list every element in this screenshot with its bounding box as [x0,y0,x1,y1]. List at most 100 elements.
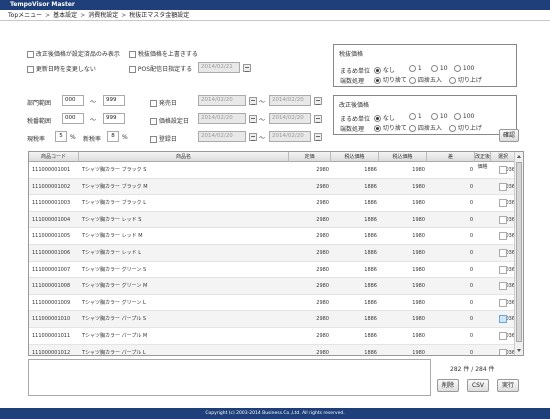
row-select-checkbox[interactable] [499,315,507,324]
class-from-input[interactable]: 000 [62,113,84,124]
release-from-input[interactable]: 2014/02/20 [198,95,246,106]
tax-unit-none[interactable]: なし [374,65,395,74]
radio-icon[interactable] [431,65,438,72]
row-select-checkbox[interactable] [499,298,507,307]
after-unit-100[interactable]: 100 [454,113,474,120]
register-date-checkbox[interactable] [150,136,157,143]
class-to-input[interactable]: 999 [103,113,125,124]
table-row[interactable]: 111000001006 Tシャツ胸カラー レッド L 2980 1886 1980 0 2… [29,245,516,262]
col-after[interactable]: 改正後価格 [475,152,491,170]
row-select-checkbox[interactable] [499,348,507,355]
pricechange-date-checkbox[interactable] [150,118,157,125]
after-fraction-down[interactable]: 切り捨て [374,123,407,132]
after-unit-1[interactable]: 1 [409,113,422,120]
pos-date-input[interactable]: 2014/02/21 [198,62,240,73]
delete-button[interactable]: 削除 [437,379,459,392]
overwrite-tax-checkbox[interactable] [129,51,136,58]
row-select-checkbox[interactable] [499,199,507,208]
tax-unit-1[interactable]: 1 [409,65,422,72]
table-row[interactable]: 111000001007 Tシャツ胸カラー グリーン S 2980 1886 1980 0… [29,262,516,279]
csv-button[interactable]: CSV [467,379,489,392]
tax-unit-100[interactable]: 100 [454,65,474,72]
calendar-icon[interactable] [249,97,257,105]
radio-icon[interactable] [374,77,381,84]
calendar-icon[interactable] [249,133,257,141]
row-select-checkbox[interactable] [499,232,507,241]
register-to-input[interactable]: 2014/02/20 [269,131,311,142]
keep-update-date-option[interactable]: 更新日時を変更しない [27,64,96,73]
radio-icon[interactable] [409,77,416,84]
pricechange-date-option[interactable]: 価格設定日 [150,116,189,125]
radio-icon[interactable] [454,113,461,120]
row-select-checkbox[interactable] [499,282,507,291]
breadcrumb-tax[interactable]: 消費税設定 [88,12,118,19]
calendar-icon[interactable] [314,115,322,123]
pos-date-option[interactable]: POS配信日指定する [129,64,192,73]
table-row[interactable]: 111000001003 Tシャツ胸カラー ブラック L 2980 1886 1980 0… [29,195,516,212]
col-select[interactable]: 選択 [491,152,516,162]
calendar-icon[interactable] [243,64,251,72]
radio-icon[interactable] [409,65,416,72]
confirm-button[interactable]: 確認 [499,129,519,142]
row-select-checkbox[interactable] [499,166,507,174]
overwrite-tax-option[interactable]: 税抜価格を上書きする [129,49,198,58]
row-select-checkbox[interactable] [499,215,507,224]
row-select-checkbox[interactable] [499,265,507,274]
release-date-checkbox[interactable] [150,100,157,107]
radio-icon[interactable] [431,113,438,120]
scroll-thumb[interactable] [516,162,522,342]
table-row[interactable]: 111000001012 Tシャツ胸カラー パープル L 2980 1886 1980 0… [29,344,516,355]
row-select-checkbox[interactable] [499,182,507,191]
release-date-option[interactable]: 発売日 [150,98,177,107]
row-select-checkbox[interactable] [499,249,507,257]
after-fraction-up[interactable]: 切り上げ [449,123,482,132]
row-select-checkbox[interactable] [499,332,507,340]
col-name[interactable]: 商品名 [79,152,289,162]
breadcrumb-basic[interactable]: 基本設定 [53,12,77,19]
pricechange-to-input[interactable]: 2014/02/20 [269,113,311,124]
release-to-input[interactable]: 2014/02/20 [269,95,311,106]
show-after-change-option[interactable]: 改正後価格が設定済品のみ表示 [27,49,120,58]
table-row[interactable]: 111000001010 Tシャツ胸カラー パープル S 2980 1886 1980 0… [29,311,516,328]
register-date-option[interactable]: 登録日 [150,134,177,143]
table-row[interactable]: 111000001005 Tシャツ胸カラー レッド M 2980 1886 1980 0 2… [29,228,516,245]
col-code[interactable]: 商品コード [29,152,79,162]
scroll-up-icon[interactable] [517,155,521,158]
dept-to-input[interactable]: 999 [103,95,125,106]
run-button[interactable]: 実行 [497,379,519,392]
table-row[interactable]: 111000001009 Tシャツ胸カラー グリーン L 2980 1886 1980 0… [29,295,516,312]
new-rate-input[interactable]: 8 [107,131,119,142]
table-row[interactable]: 111000001011 Tシャツ胸カラー パープル M 2980 1886 1980 0… [29,328,516,345]
table-row[interactable]: 111000001001 Tシャツ胸カラー ブラック S 2980 1886 1980 0… [29,162,516,179]
keep-update-date-checkbox[interactable] [27,66,34,73]
after-fraction-round[interactable]: 四捨五入 [409,123,442,132]
current-rate-input[interactable]: 5 [55,131,67,142]
table-row[interactable]: 111000001002 Tシャツ胸カラー ブラック M 2980 1886 1980 0… [29,178,516,196]
radio-icon[interactable] [374,67,381,74]
radio-icon[interactable] [409,113,416,120]
calendar-icon[interactable] [314,97,322,105]
tax-unit-10[interactable]: 10 [431,65,448,72]
pricechange-from-input[interactable]: 2014/02/20 [198,113,246,124]
radio-icon[interactable] [449,77,456,84]
radio-icon[interactable] [409,125,416,132]
radio-icon[interactable] [374,115,381,122]
breadcrumb-top[interactable]: Topメニュー [8,12,42,19]
after-unit-none[interactable]: なし [374,113,395,122]
dept-from-input[interactable]: 000 [62,95,84,106]
register-from-input[interactable]: 2014/02/20 [198,131,246,142]
pos-date-checkbox[interactable] [129,66,136,73]
radio-icon[interactable] [449,125,456,132]
tax-fraction-down[interactable]: 切り捨て [374,75,407,84]
scroll-down-icon[interactable] [517,349,521,352]
tax-fraction-round[interactable]: 四捨五入 [409,75,442,84]
calendar-icon[interactable] [249,115,257,123]
calendar-icon[interactable] [314,133,322,141]
memo-area[interactable] [28,359,431,396]
table-row[interactable]: 111000001008 Tシャツ胸カラー グリーン M 2980 1886 1980 0… [29,278,516,295]
col-tax-b[interactable]: 税込価格 [379,152,427,162]
table-row[interactable]: 111000001004 Tシャツ胸カラー レッド S 2980 1886 1980 0 2… [29,211,516,229]
tax-fraction-up[interactable]: 切り上げ [449,75,482,84]
col-tax-a[interactable]: 税込価格 [331,152,379,162]
radio-icon[interactable] [374,125,381,132]
